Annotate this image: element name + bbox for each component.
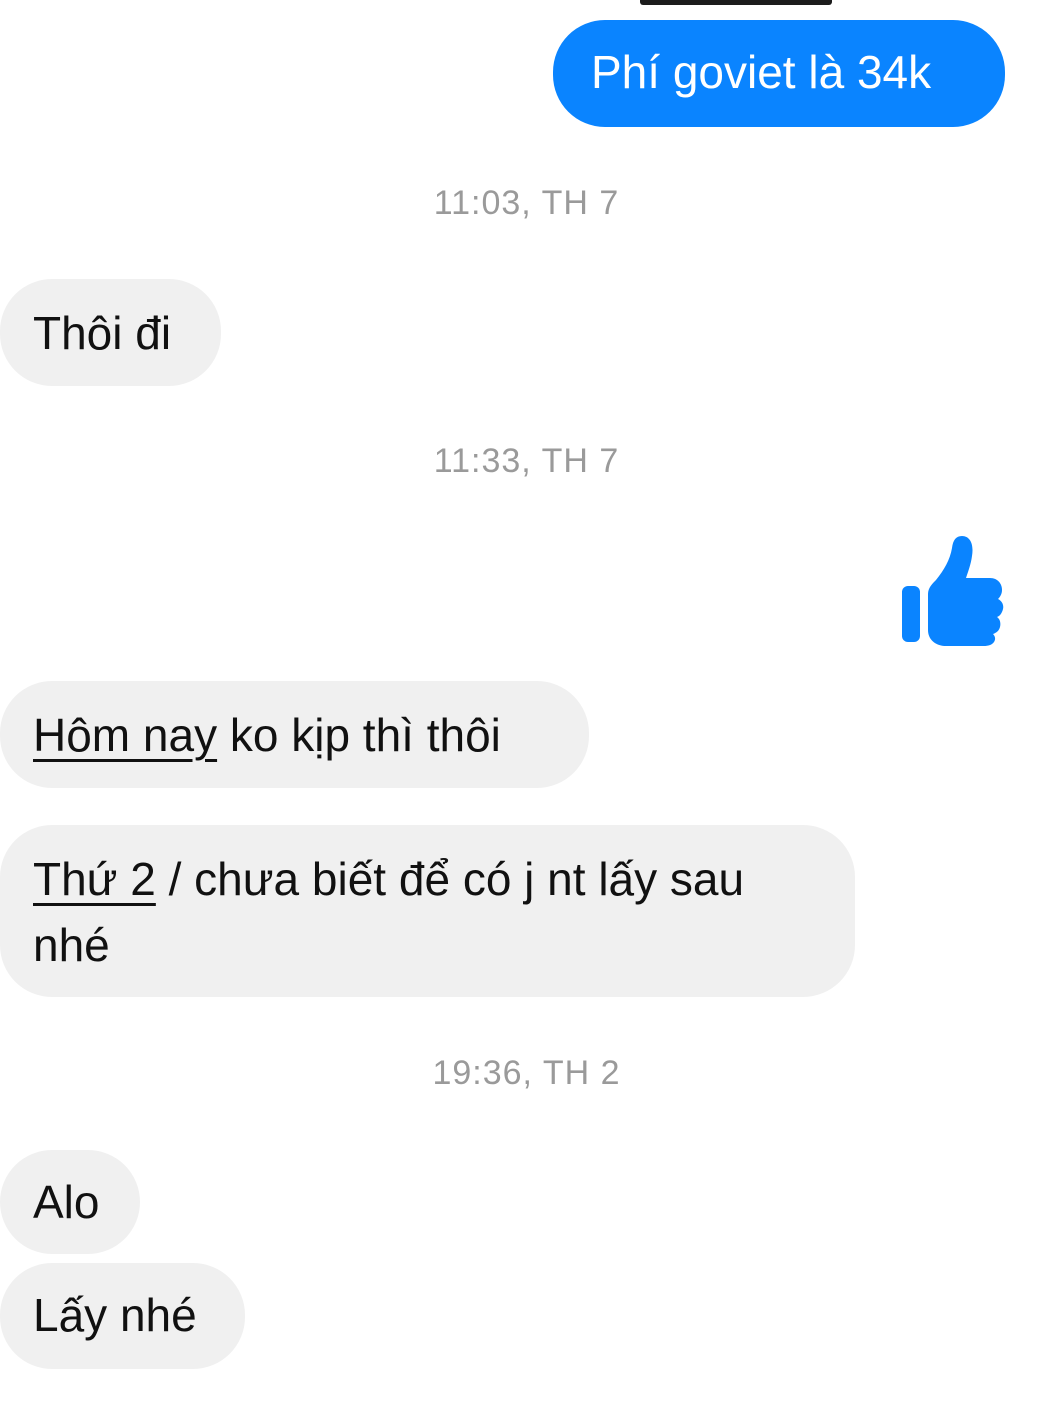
message-text: Phí goviet là 34k xyxy=(591,46,932,98)
timestamp: 11:03, TH 7 xyxy=(433,184,620,222)
received-message-bubble[interactable]: Alo xyxy=(0,1150,140,1254)
message-text: Lấy nhé xyxy=(33,1289,197,1341)
received-message-bubble[interactable]: Thôi đi xyxy=(0,279,221,386)
sent-message-bubble[interactable]: Phí goviet là 34k xyxy=(553,20,1005,127)
date-link[interactable]: Hôm nay xyxy=(33,709,217,761)
message-text: Thôi đi xyxy=(33,307,172,359)
thumbs-up-icon[interactable] xyxy=(898,534,1008,646)
top-bar-indicator xyxy=(640,0,832,5)
received-message-bubble[interactable]: Thứ 2 / chưa biết để có j nt lấy sau nhé xyxy=(0,825,855,997)
received-message-bubble[interactable]: Lấy nhé xyxy=(0,1263,245,1369)
chat-screen: Phí goviet là 34k 11:03, TH 7 Thôi đi 11… xyxy=(0,0,1053,1428)
message-text: ko kịp thì thôi xyxy=(217,709,501,761)
date-link[interactable]: Thứ 2 xyxy=(33,853,156,905)
timestamp: 19:36, TH 2 xyxy=(432,1054,621,1092)
timestamp: 11:33, TH 7 xyxy=(433,442,620,480)
message-text: Alo xyxy=(33,1176,100,1228)
received-message-bubble[interactable]: Hôm nay ko kịp thì thôi xyxy=(0,681,589,788)
